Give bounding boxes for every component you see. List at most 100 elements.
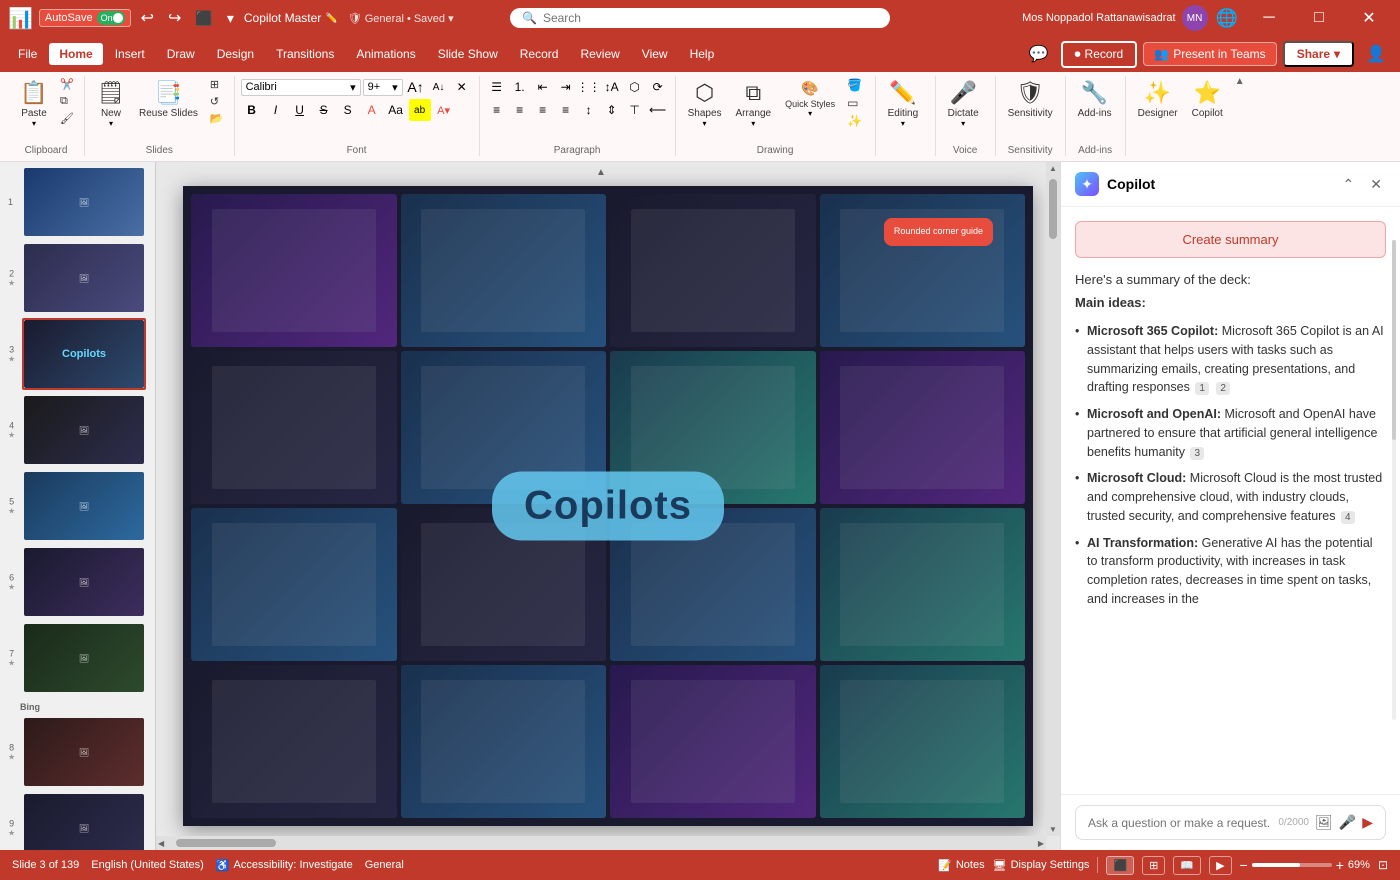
quick-styles-dropdown[interactable]: ▾ — [808, 109, 812, 118]
align-center-button[interactable]: ≡ — [509, 99, 531, 121]
font-family-dropdown[interactable]: Calibri ▾ — [241, 79, 361, 96]
para-spacing-button[interactable]: ⇕ — [601, 99, 623, 121]
slide-6-thumb[interactable]: 6 ★ 🖼 — [22, 546, 146, 618]
zoom-control[interactable]: − + 69% — [1240, 857, 1370, 873]
slide-2-thumb[interactable]: 2 ★ 🖼 — [22, 242, 146, 314]
copilot-input[interactable] — [1088, 816, 1272, 830]
menu-transitions[interactable]: Transitions — [266, 43, 344, 65]
slide-3-thumb[interactable]: 3 ★ Copilots — [22, 318, 146, 390]
horizontal-scrollbar[interactable]: ◀ ▶ — [156, 836, 1046, 850]
image-button[interactable]: 🖼 — [1315, 814, 1333, 831]
layout-button[interactable]: ⊞ — [206, 76, 228, 93]
accessibility-status[interactable]: ♿ Accessibility: Investigate — [216, 859, 353, 872]
menu-view[interactable]: View — [632, 43, 678, 65]
customize-button[interactable]: ⬛ — [191, 8, 216, 29]
slide-5-thumb[interactable]: 5 ★ 🖼 — [22, 470, 146, 542]
decrease-indent-button[interactable]: ⇤ — [532, 76, 554, 98]
slide-8-thumb[interactable]: 8 ★ 🖼 — [22, 716, 146, 788]
reading-view-button[interactable]: 📖 — [1173, 856, 1201, 875]
copilot-ribbon-button[interactable]: ⭐ Copilot — [1186, 76, 1229, 123]
dictate-dropdown[interactable]: ▾ — [961, 119, 965, 128]
globe-icon[interactable]: 🌐 — [1216, 8, 1238, 29]
increase-font-button[interactable]: A↑ — [405, 76, 427, 98]
more-button[interactable]: ▾ — [223, 8, 238, 29]
scroll-up[interactable]: ▲ — [156, 162, 1046, 182]
restore-button[interactable]: □ — [1296, 0, 1342, 36]
paste-dropdown[interactable]: ▾ — [32, 119, 36, 128]
mic-button[interactable]: 🎤 — [1339, 814, 1356, 831]
italic-button[interactable]: I — [265, 99, 287, 121]
menu-file[interactable]: File — [8, 43, 47, 65]
copilot-scrollbar[interactable] — [1392, 240, 1396, 720]
slide-1-thumb[interactable]: 1 🖼 — [22, 166, 146, 238]
underline-button[interactable]: U — [289, 99, 311, 121]
designer-button[interactable]: ✨ Designer — [1132, 76, 1184, 123]
zoom-plus-button[interactable]: + — [1336, 857, 1344, 873]
convert-button[interactable]: ⟳ — [647, 76, 669, 98]
font-size-dropdown[interactable]: 9+ ▾ — [363, 79, 403, 96]
scroll-right-arrow[interactable]: ▶ — [1036, 837, 1046, 850]
zoom-minus-button[interactable]: − — [1240, 857, 1248, 873]
bold-button[interactable]: B — [241, 99, 263, 121]
slide-sorter-button[interactable]: ⊞ — [1142, 856, 1165, 875]
shadow-button[interactable]: S — [337, 99, 359, 121]
align-right-button[interactable]: ≡ — [532, 99, 554, 121]
presenter-view-button[interactable]: ▶ — [1209, 856, 1231, 875]
line-spacing-button[interactable]: ↕ — [578, 99, 600, 121]
autosave-toggle[interactable]: On — [97, 11, 125, 25]
menu-insert[interactable]: Insert — [105, 43, 155, 65]
cite-2-1[interactable]: 3 — [1190, 447, 1204, 460]
copy-button[interactable]: ⧉ — [56, 93, 78, 110]
format-painter-button[interactable]: 🖌 — [56, 110, 78, 127]
copilot-minimize-button[interactable]: ⌃ — [1339, 174, 1359, 195]
menu-slideshow[interactable]: Slide Show — [428, 43, 508, 65]
bullets-button[interactable]: ☰ — [486, 76, 508, 98]
scroll-thumb-vertical[interactable] — [1049, 179, 1057, 239]
arrange-dropdown[interactable]: ▾ — [751, 119, 755, 128]
scroll-thumb-horizontal[interactable] — [176, 839, 276, 847]
fit-page-button[interactable]: ⊡ — [1378, 858, 1388, 872]
minimize-button[interactable]: ─ — [1246, 0, 1292, 36]
outline-color-button[interactable]: ▭ — [843, 94, 866, 112]
paste-button[interactable]: 📋 Paste ▾ — [14, 76, 54, 132]
cut-button[interactable]: ✂️ ✂ — [56, 76, 78, 93]
scroll-up-arrow[interactable]: ▲ — [1047, 162, 1059, 175]
canvas-area[interactable]: ▲ — [156, 162, 1060, 850]
align-text-button[interactable]: ⊤ — [624, 99, 646, 121]
autosave-badge[interactable]: AutoSave On — [39, 9, 131, 27]
section-button[interactable]: 📂 — [206, 110, 228, 127]
reset-button[interactable]: ↺ — [206, 93, 228, 110]
shapes-dropdown[interactable]: ▾ — [703, 119, 707, 128]
increase-indent-button[interactable]: ⇥ — [555, 76, 577, 98]
copilot-input-area[interactable]: 0/2000 🖼 🎤 ▶ — [1075, 805, 1386, 840]
reuse-slides-button[interactable]: 📑 Reuse Slides — [133, 76, 204, 123]
columns-button[interactable]: ⋮⋮ — [578, 76, 600, 98]
sensitivity-button[interactable]: 🛡 Sensitivity — [1002, 76, 1059, 123]
copilot-scroll-thumb[interactable] — [1392, 240, 1396, 440]
align-left-button[interactable]: ≡ — [486, 99, 508, 121]
zoom-level[interactable]: 69% — [1348, 859, 1370, 871]
scroll-down-arrow[interactable]: ▼ — [1047, 823, 1059, 836]
highlight-button[interactable]: ab — [409, 99, 431, 121]
addins-button[interactable]: 🔧 Add-ins — [1072, 76, 1118, 123]
menu-animations[interactable]: Animations — [346, 43, 425, 65]
slide-4-thumb[interactable]: 4 ★ 🖼 — [22, 394, 146, 466]
quick-styles-button[interactable]: 🎨 Quick Styles ▾ — [779, 76, 841, 122]
people-button[interactable]: 👤 — [1360, 40, 1392, 68]
arrange-button[interactable]: ⧉ Arrange ▾ — [730, 76, 778, 132]
undo-button[interactable]: ↩ — [137, 6, 158, 30]
redo-button[interactable]: ↪ — [164, 6, 185, 30]
font-color-button[interactable]: A — [361, 99, 383, 121]
slide-7-thumb[interactable]: 7 ★ 🖼 — [22, 622, 146, 694]
strikethrough-button[interactable]: S — [313, 99, 335, 121]
vertical-scrollbar[interactable]: ▲ ▼ — [1046, 162, 1060, 836]
smartart-button[interactable]: ⬡ — [624, 76, 646, 98]
effects-button[interactable]: ✨ — [843, 112, 866, 130]
menu-record[interactable]: Record — [510, 43, 569, 65]
notes-button[interactable]: 📝 Notes — [938, 859, 984, 872]
language-status[interactable]: English (United States) — [91, 859, 204, 871]
menu-review[interactable]: Review — [570, 43, 629, 65]
general-status[interactable]: General — [365, 859, 404, 871]
menu-home[interactable]: Home — [49, 43, 102, 65]
menu-design[interactable]: Design — [207, 43, 264, 65]
